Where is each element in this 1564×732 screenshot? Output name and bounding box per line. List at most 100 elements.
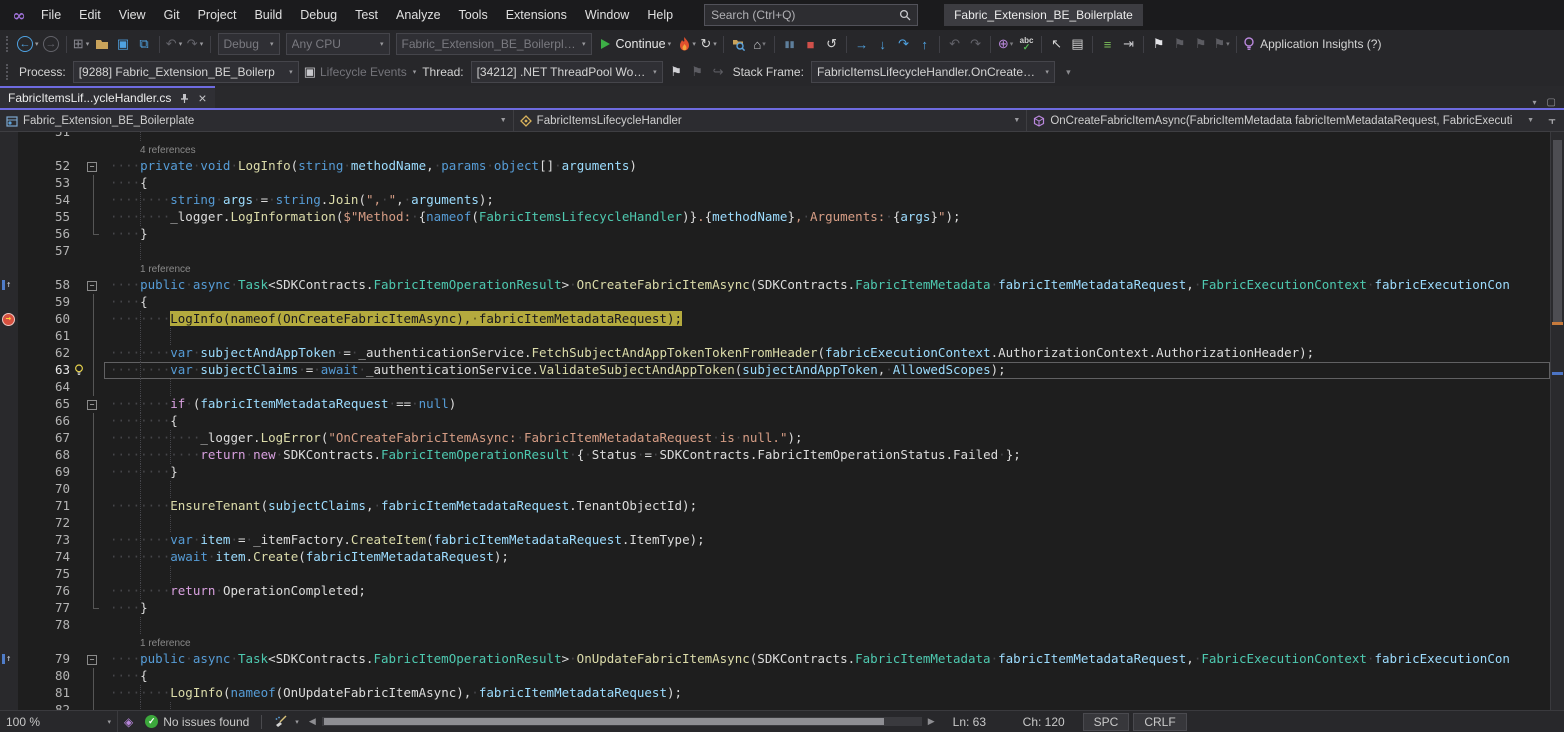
outlining-margin[interactable] (84, 294, 104, 311)
step-over-button[interactable]: ↷ (893, 32, 914, 56)
outlining-margin[interactable] (84, 413, 104, 430)
breakpoint-margin[interactable] (0, 328, 18, 345)
outlining-margin[interactable]: − (84, 396, 104, 413)
breakpoint-margin[interactable] (0, 515, 18, 532)
breakpoint-margin[interactable] (0, 634, 18, 651)
sort-lines-button[interactable]: ≡ (1097, 32, 1118, 56)
debug-windows-button[interactable]: ⌂▾ (749, 32, 770, 56)
outlining-margin[interactable] (84, 702, 104, 710)
outlining-margin[interactable] (84, 583, 104, 600)
solution-platforms-dropdown[interactable]: Any CPU▾ (286, 33, 390, 55)
eol-indicator[interactable]: CRLF (1133, 713, 1186, 731)
breakpoint-margin[interactable] (0, 464, 18, 481)
stack-frame-dropdown[interactable]: FabricItemsLifecycleHandler.OnCreateFab▾ (811, 61, 1055, 83)
fold-collapse-icon[interactable]: − (87, 400, 97, 410)
breakpoint-margin[interactable] (0, 600, 18, 617)
line-indicator[interactable]: Ln: 63 (953, 715, 1009, 729)
split-window-icon[interactable]: ⫟ (1540, 110, 1564, 131)
outlining-margin[interactable] (84, 600, 104, 617)
outlining-margin[interactable] (84, 379, 104, 396)
codelens-references[interactable]: 4 references (140, 145, 196, 156)
breakpoint-margin[interactable] (0, 481, 18, 498)
breakpoint-margin[interactable] (0, 132, 18, 141)
outlining-margin[interactable]: − (84, 651, 104, 668)
outlining-margin[interactable] (84, 430, 104, 447)
save-all-button[interactable]: ⧉ (134, 32, 155, 56)
member-dropdown[interactable]: OnCreateFabricItemAsync(FabricItemMetada… (1027, 110, 1540, 131)
breakpoint-margin[interactable] (0, 685, 18, 702)
outlining-margin[interactable] (84, 447, 104, 464)
format-indent-button[interactable]: ⇥ (1118, 32, 1139, 56)
duplicate-lines-button[interactable]: ▤ (1067, 32, 1088, 56)
current-statement-icon[interactable]: → (2, 313, 15, 326)
breakpoint-margin[interactable] (0, 345, 18, 362)
breakpoint-margin[interactable] (0, 447, 18, 464)
navigate-to-button[interactable]: ↖ (1046, 32, 1067, 56)
codelens-references[interactable]: 1 reference (140, 638, 191, 649)
menu-test[interactable]: Test (346, 0, 387, 30)
step-into-button[interactable]: ↓ (872, 32, 893, 56)
startup-projects-dropdown[interactable]: Fabric_Extension_BE_Boilerplate▾ (396, 33, 592, 55)
outlining-margin[interactable] (84, 192, 104, 209)
outlining-margin[interactable] (84, 260, 104, 277)
breakpoint-margin[interactable] (0, 158, 18, 175)
menu-edit[interactable]: Edit (70, 0, 110, 30)
menu-build[interactable]: Build (245, 0, 291, 30)
breakpoint-margin[interactable] (0, 498, 18, 515)
pin-icon[interactable] (179, 93, 190, 104)
solution-badge[interactable]: Fabric_Extension_BE_Boilerplate (944, 4, 1143, 26)
breakpoint-margin[interactable] (0, 209, 18, 226)
codelens-references[interactable]: 1 reference (140, 264, 191, 275)
outlining-margin[interactable] (84, 566, 104, 583)
lightbulb-icon[interactable] (74, 364, 84, 376)
outlining-margin[interactable] (84, 209, 104, 226)
breakpoint-margin[interactable] (0, 702, 18, 710)
code-map-button[interactable]: ⊕▾ (995, 32, 1016, 56)
breakpoint-margin[interactable] (0, 362, 18, 379)
menu-git[interactable]: Git (155, 0, 189, 30)
step-out-button[interactable]: ↑ (914, 32, 935, 56)
breakpoint-margin[interactable] (0, 226, 18, 243)
breakpoint-margin[interactable]: → (0, 311, 18, 328)
redo-secondary-button[interactable]: ↷ (965, 32, 986, 56)
solution-configurations-dropdown[interactable]: Debug▾ (218, 33, 280, 55)
code-editor[interactable]: 514 references52−····private·void·LogInf… (0, 132, 1550, 710)
restart-button[interactable]: ↺ (821, 32, 842, 56)
prev-bookmark-button[interactable]: ⚑ (1169, 32, 1190, 56)
outlining-margin[interactable] (84, 532, 104, 549)
fold-collapse-icon[interactable]: − (87, 655, 97, 665)
breakpoint-margin[interactable] (0, 668, 18, 685)
toolbar-overflow-button[interactable]: ▾ (1058, 60, 1079, 84)
breakpoint-margin[interactable] (0, 379, 18, 396)
restart-application-button[interactable]: ↻▾ (698, 32, 719, 56)
float-window-icon[interactable]: ▢ (1547, 97, 1556, 108)
navigate-forward-button[interactable]: → (41, 32, 62, 56)
breakpoint-margin[interactable]: ↑ (0, 651, 18, 668)
stop-debugging-button[interactable]: ■ (800, 32, 821, 56)
close-icon[interactable]: × (198, 90, 206, 106)
document-tab[interactable]: FabricItemsLif...ycleHandler.cs × (0, 86, 215, 108)
outlining-margin[interactable] (84, 549, 104, 566)
breakpoint-margin[interactable] (0, 243, 18, 260)
show-next-statement-button[interactable]: → (851, 32, 872, 56)
scroll-right-arrow[interactable]: ▶ (924, 716, 939, 727)
horizontal-scrollbar-thumb[interactable] (324, 718, 884, 725)
redo-button[interactable]: ↷▾ (185, 32, 206, 56)
outlining-margin[interactable] (84, 481, 104, 498)
outlining-margin[interactable] (84, 617, 104, 634)
menu-debug[interactable]: Debug (291, 0, 346, 30)
zoom-select[interactable]: 100 % ▾ (0, 711, 118, 732)
menu-window[interactable]: Window (576, 0, 638, 30)
breakpoint-margin[interactable] (0, 175, 18, 192)
application-insights-button[interactable]: Application Insights (?) (1241, 32, 1387, 56)
break-all-button[interactable]: ▮▮ (779, 32, 800, 56)
breakpoint-margin[interactable] (0, 141, 18, 158)
menu-view[interactable]: View (110, 0, 155, 30)
fold-collapse-icon[interactable]: − (87, 162, 97, 172)
find-in-files-button[interactable] (728, 32, 749, 56)
toggle-bookmark-button[interactable]: ⚑ (1148, 32, 1169, 56)
undo-secondary-button[interactable]: ↶ (944, 32, 965, 56)
menu-project[interactable]: Project (189, 0, 246, 30)
menu-file[interactable]: File (32, 0, 70, 30)
undo-button[interactable]: ↶▾ (164, 32, 185, 56)
